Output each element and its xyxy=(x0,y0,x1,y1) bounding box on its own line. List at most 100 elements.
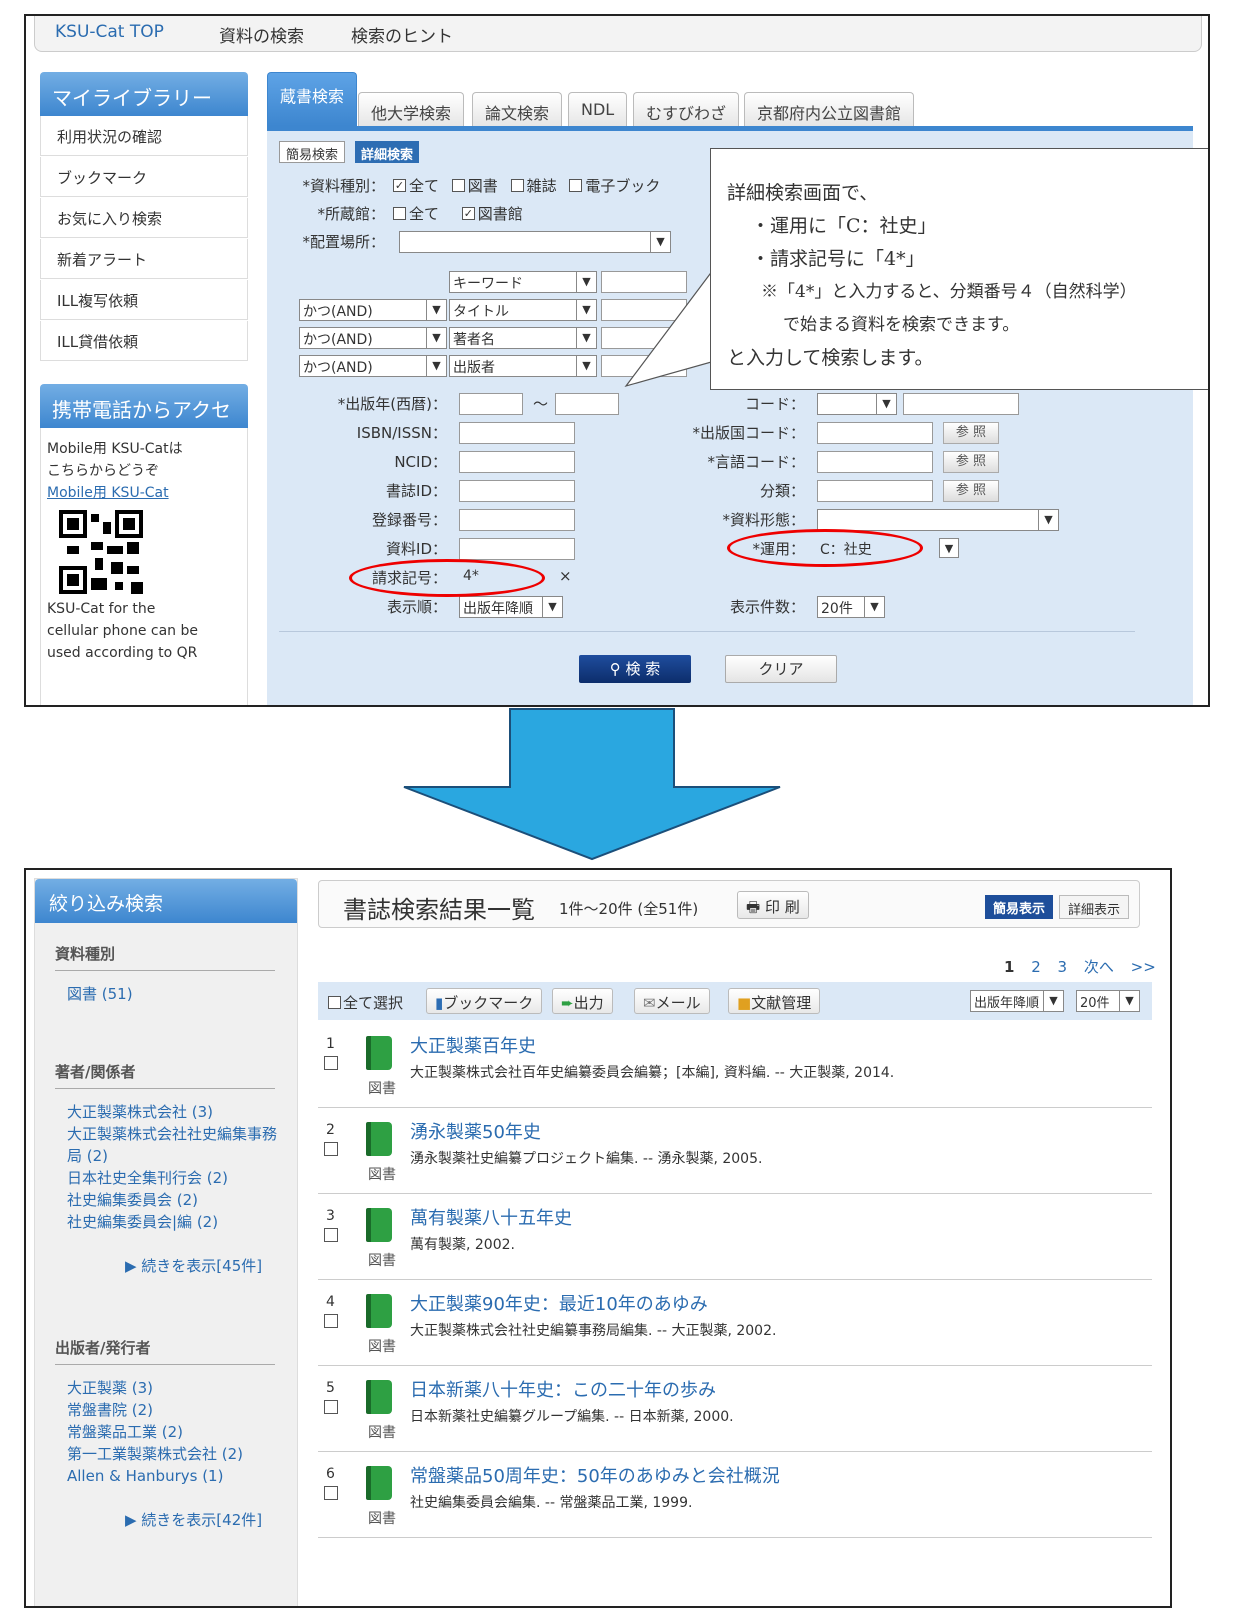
ncid-input[interactable] xyxy=(459,451,575,473)
result-checkbox[interactable] xyxy=(324,1142,338,1156)
checkbox-magazine[interactable] xyxy=(510,179,524,192)
mylib-item-status[interactable]: 利用状況の確認 xyxy=(40,116,248,156)
author-field-select[interactable]: 著者名 ▼ xyxy=(449,327,597,349)
regno-input[interactable] xyxy=(459,509,575,531)
page-link[interactable]: 3 xyxy=(1058,958,1068,976)
bookmark-button[interactable]: ▮ブックマーク xyxy=(426,988,543,1014)
location-select[interactable]: ▼ xyxy=(399,231,671,253)
nav-ksu-cat-top[interactable]: KSU-Cat TOP xyxy=(55,22,164,42)
clear-x-icon[interactable]: × xyxy=(559,567,572,585)
matid-input[interactable] xyxy=(459,538,575,560)
page-link[interactable]: 2 xyxy=(1031,958,1041,976)
search-button[interactable]: ⚲ 検 索 xyxy=(579,655,691,683)
nav-search[interactable]: 資料の検索 xyxy=(219,22,304,47)
ref-button-language[interactable]: 参 照 xyxy=(943,451,999,473)
result-checkbox[interactable] xyxy=(324,1056,338,1070)
filter-item[interactable]: 常盤書院 (2) xyxy=(67,1399,153,1421)
bool-select-3[interactable]: かつ(AND) ▼ xyxy=(299,355,447,377)
subtab-simple[interactable]: 簡易検索 xyxy=(279,141,346,163)
ref-button-class[interactable]: 参 照 xyxy=(943,480,999,502)
form-select[interactable]: ▼ xyxy=(817,509,1059,531)
tab-ndl[interactable]: NDL xyxy=(568,92,628,126)
search-form-screenshot: KSU-Cat TOP 資料の検索 検索のヒント マイライブラリー 利用状況の確… xyxy=(24,14,1210,707)
filter-item[interactable]: Allen & Hanburys (1) xyxy=(67,1465,223,1487)
mail-button[interactable]: ✉メール xyxy=(634,988,710,1014)
filter-item[interactable]: 日本社史全集刊行会 (2) xyxy=(67,1167,228,1189)
result-checkbox[interactable] xyxy=(324,1400,338,1414)
mobile-text-en: cellular phone can be xyxy=(47,623,198,639)
tab-other-univ[interactable]: 他大学検索 xyxy=(358,92,465,126)
filter-item[interactable]: 常盤薬品工業 (2) xyxy=(67,1421,183,1443)
ref-button-country[interactable]: 参 照 xyxy=(943,422,999,444)
code-select[interactable]: ▼ xyxy=(817,393,897,415)
last-page-link[interactable]: >> xyxy=(1131,958,1156,976)
select-all[interactable]: 全て選択 xyxy=(328,992,403,1013)
mylib-item-ill-copy[interactable]: ILL複写依頼 xyxy=(40,280,248,320)
simple-view-button[interactable]: 簡易表示 xyxy=(985,895,1054,919)
subtab-detail[interactable]: 詳細検索 xyxy=(355,141,420,163)
checkbox-ebook[interactable] xyxy=(569,179,583,192)
select-all-checkbox[interactable] xyxy=(328,996,341,1009)
filter-item[interactable]: 社史編集委員会 (2) xyxy=(67,1189,198,1211)
clear-button[interactable]: クリア xyxy=(725,655,837,683)
filter-item[interactable]: 第一工業製薬株式会社 (2) xyxy=(67,1443,243,1465)
show-more-authors[interactable]: ▶ 続きを表示[45件] xyxy=(125,1255,262,1276)
tab-musubiwaza[interactable]: むすびわざ xyxy=(633,92,740,126)
result-title-link[interactable]: 萬有製薬八十五年史 xyxy=(410,1204,572,1230)
filter-item[interactable]: 大正製薬株式会社 (3) xyxy=(67,1101,213,1123)
callout-line: ・請求記号に「4*」 xyxy=(751,248,925,270)
nav-hints[interactable]: 検索のヒント xyxy=(351,22,453,47)
mylib-item-ill-loan[interactable]: ILL貸借依頼 xyxy=(40,321,248,361)
filter-item[interactable]: 大正製薬株式会社社史編集事務 xyxy=(67,1123,277,1145)
next-page-link[interactable]: 次へ xyxy=(1084,958,1114,976)
filter-header: 絞り込み検索 xyxy=(35,879,297,923)
bool-select-2[interactable]: かつ(AND) ▼ xyxy=(299,327,447,349)
refmgr-button[interactable]: ■文献管理 xyxy=(728,988,821,1014)
country-input[interactable] xyxy=(817,422,933,444)
label-class: 分類： xyxy=(759,482,805,500)
result-checkbox[interactable] xyxy=(324,1486,338,1500)
order-select[interactable]: 出版年降順 ▼ xyxy=(459,596,563,618)
language-input[interactable] xyxy=(817,451,933,473)
checkbox-book[interactable] xyxy=(451,179,465,192)
filter-item[interactable]: 局 (2) xyxy=(67,1145,108,1167)
perpage-select[interactable]: 20件 ▼ xyxy=(1076,990,1140,1012)
checkbox-library[interactable]: ✓ xyxy=(461,207,475,220)
title-field-select[interactable]: タイトル ▼ xyxy=(449,299,597,321)
mobile-link[interactable]: Mobile用 KSU-Cat xyxy=(47,482,241,504)
tab-articles[interactable]: 論文検索 xyxy=(472,92,563,126)
result-checkbox[interactable] xyxy=(324,1314,338,1328)
result-title-link[interactable]: 大正製薬百年史 xyxy=(410,1032,536,1058)
count-select[interactable]: 20件 ▼ xyxy=(817,596,885,618)
output-button[interactable]: ➨出力 xyxy=(552,988,613,1014)
detail-view-button[interactable]: 詳細表示 xyxy=(1059,895,1130,919)
result-title-link[interactable]: 日本新薬八十年史：この二十年の歩み xyxy=(410,1376,716,1402)
filter-section-type: 資料種別 xyxy=(55,943,275,971)
show-more-publishers[interactable]: ▶ 続きを表示[42件] xyxy=(125,1509,262,1530)
checkbox-all[interactable]: ✓ xyxy=(393,179,406,192)
isbn-input[interactable] xyxy=(459,422,575,444)
filter-item[interactable]: 大正製薬 (3) xyxy=(67,1377,153,1399)
book-icon xyxy=(366,1036,392,1070)
checkbox-lib-all[interactable] xyxy=(393,207,406,220)
material-type: 図書 xyxy=(368,1511,396,1527)
label-bibid: 書誌ID： xyxy=(386,482,447,500)
tab-collection-search[interactable]: 蔵書検索 xyxy=(267,72,358,126)
print-button[interactable]: 🖶 印 刷 xyxy=(737,891,809,919)
result-title-link[interactable]: 大正製薬90年史：最近10年のあゆみ xyxy=(410,1290,708,1316)
bool-select-1[interactable]: かつ(AND) ▼ xyxy=(299,299,447,321)
keyword-field-select[interactable]: キーワード ▼ xyxy=(449,271,597,293)
sort-select[interactable]: 出版年降順 ▼ xyxy=(970,990,1064,1012)
result-title-link[interactable]: 常盤薬品50周年史：50年のあゆみと会社概況 xyxy=(410,1462,780,1488)
pub-year-from[interactable] xyxy=(459,393,523,415)
bibid-input[interactable] xyxy=(459,480,575,502)
result-title-link[interactable]: 湧永製薬50年史 xyxy=(410,1118,541,1144)
filter-item[interactable]: 図書 (51) xyxy=(67,983,133,1005)
tab-kyoto-public[interactable]: 京都府内公立図書館 xyxy=(744,92,915,126)
publisher-field-select[interactable]: 出版者 ▼ xyxy=(449,355,597,377)
code-input[interactable] xyxy=(903,393,1019,415)
result-checkbox[interactable] xyxy=(324,1228,338,1242)
filter-item[interactable]: 社史編集委員会|編 (2) xyxy=(67,1211,218,1233)
mobile-header: 携帯電話からアクセス xyxy=(40,384,248,451)
class-input[interactable] xyxy=(817,480,933,502)
